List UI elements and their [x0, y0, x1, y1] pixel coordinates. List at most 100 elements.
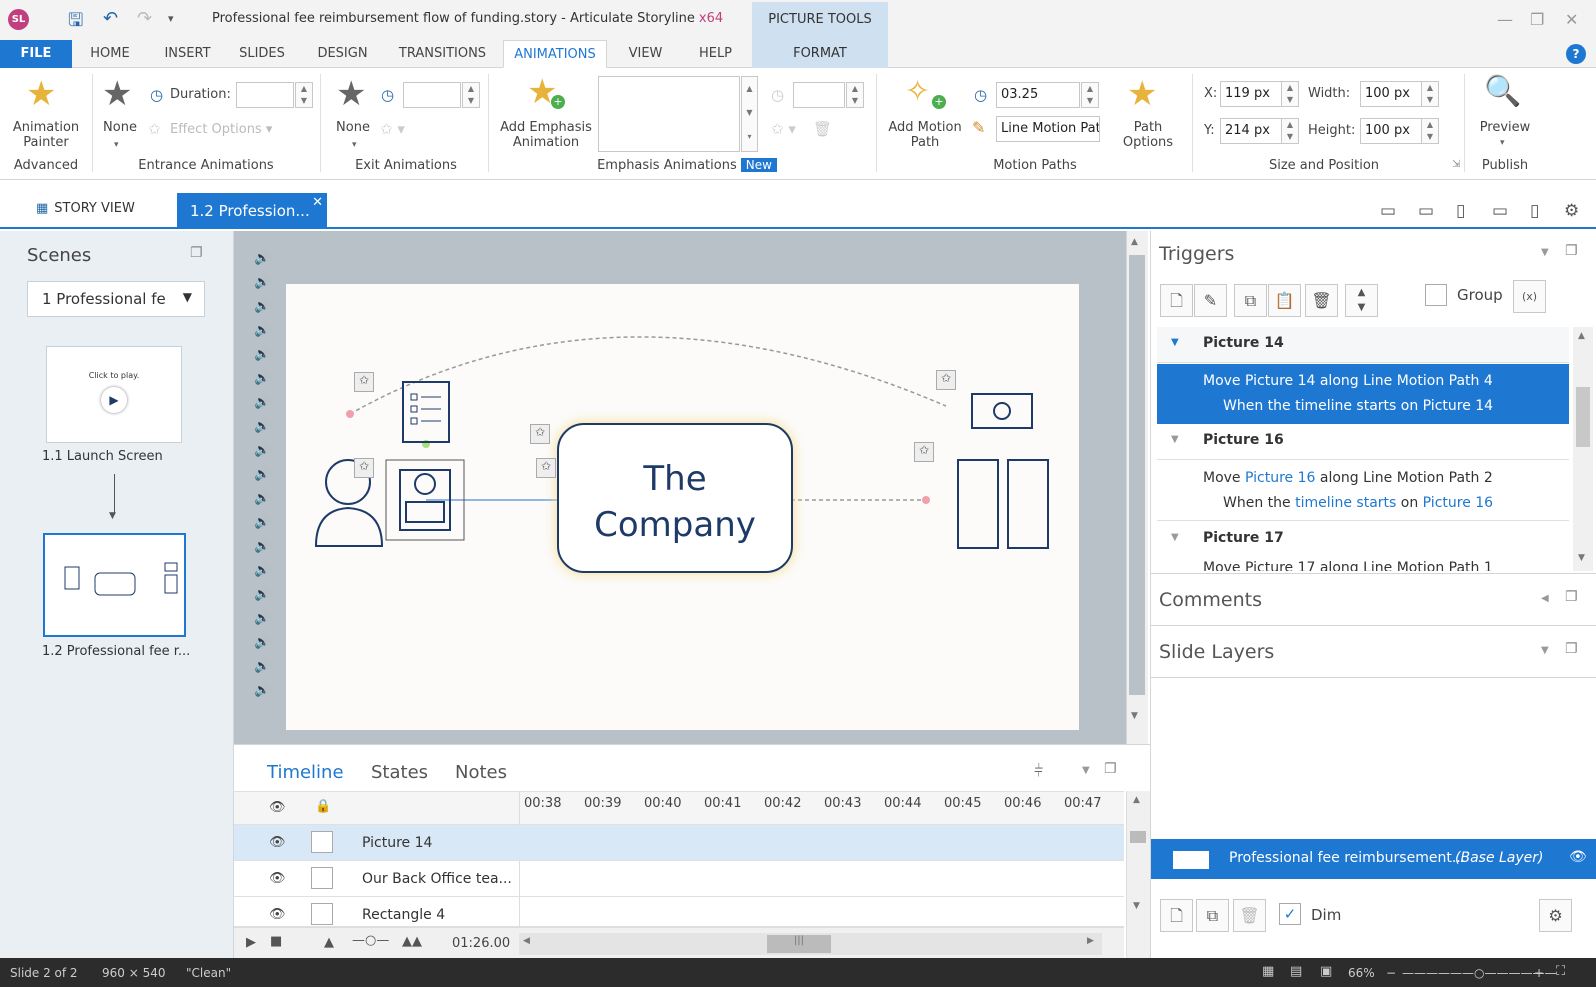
audio-speaker-icon[interactable]: 🔊 — [254, 683, 270, 698]
maximize-icon[interactable]: ❐ — [1530, 10, 1544, 29]
width-spinner[interactable]: ▲ ▼ — [1421, 81, 1439, 107]
timeline-vertical-scrollbar[interactable]: ▲ ▼ — [1126, 791, 1150, 959]
visibility-eye-icon[interactable]: 👁 — [269, 907, 286, 922]
tab-design[interactable]: DESIGN — [310, 40, 375, 68]
copy-trigger-icon[interactable]: ⧉ — [1234, 284, 1267, 317]
y-spinner[interactable]: ▲ ▼ — [1281, 118, 1299, 144]
buildings-icon[interactable] — [957, 459, 1049, 549]
dim-checkbox[interactable]: ✓ — [1279, 903, 1301, 925]
play-icon[interactable]: ▶ — [246, 935, 256, 950]
width-input[interactable]: 100 px — [1360, 81, 1428, 107]
zoom-in-icon[interactable]: + — [1534, 966, 1544, 980]
audio-speaker-icon[interactable]: 🔊 — [254, 275, 270, 290]
motion-path-name-input[interactable]: Line Motion Pat — [996, 116, 1100, 142]
path-start-point[interactable] — [346, 410, 354, 418]
phone-landscape-icon[interactable]: ▭ — [1492, 201, 1508, 221]
delete-layer-icon[interactable]: 🗑 — [1233, 899, 1266, 932]
entrance-none-icon[interactable]: ★ — [102, 74, 132, 114]
timeline-row[interactable]: 👁 Our Back Office tea... — [234, 861, 1124, 897]
scroll-up-icon[interactable]: ▲ — [1131, 237, 1138, 247]
add-emphasis-button[interactable]: Add Emphasis Animation — [496, 120, 596, 150]
slide-tab[interactable]: 1.2 Profession... ✕ — [177, 193, 327, 229]
exit-none-button[interactable]: None — [331, 120, 375, 135]
audio-speaker-icon[interactable]: 🔊 — [254, 467, 270, 482]
motion-duration-spinner[interactable]: ▲ ▼ — [1081, 82, 1099, 108]
tab-slides[interactable]: SLIDES — [232, 40, 292, 68]
layer-settings-gear-icon[interactable]: ⚙ — [1539, 899, 1572, 932]
edit-trigger-icon[interactable]: ✎ — [1194, 284, 1227, 317]
undo-icon[interactable]: ↶ — [103, 8, 118, 29]
lock-icon[interactable]: 🔒 — [315, 799, 331, 814]
panel-float-icon[interactable]: ❐ — [1565, 589, 1578, 605]
lock-checkbox[interactable] — [311, 903, 333, 925]
trigger-scrollbar[interactable]: ▲ ▼ — [1573, 327, 1593, 571]
audio-speaker-icon[interactable]: 🔊 — [254, 347, 270, 362]
audio-speaker-icon[interactable]: 🔊 — [254, 419, 270, 434]
audio-speaker-icon[interactable]: 🔊 — [254, 395, 270, 410]
group-checkbox[interactable] — [1425, 284, 1447, 306]
zoom-out-icon[interactable]: − — [1386, 966, 1396, 980]
tab-states[interactable]: States — [371, 762, 428, 783]
zoom-out-icon[interactable]: ▲ — [324, 935, 334, 950]
zoom-in-icon[interactable]: ▲▲ — [402, 934, 422, 949]
audio-speaker-icon[interactable]: 🔊 — [254, 371, 270, 386]
audio-speaker-icon[interactable]: 🔊 — [254, 659, 270, 674]
trigger-group-header[interactable]: ▼ Picture 14 — [1157, 327, 1569, 363]
timeline-row[interactable]: 👁 Rectangle 4 — [234, 897, 1124, 927]
stop-icon[interactable]: ■ — [270, 934, 282, 949]
trigger-group-header[interactable]: ▼ Picture 17 — [1157, 522, 1569, 558]
animation-painter-button[interactable]: Animation Painter — [6, 120, 86, 150]
tab-view[interactable]: VIEW — [618, 40, 673, 68]
path-options-button[interactable]: Path Options — [1118, 120, 1178, 150]
collapse-icon[interactable]: ▼ — [1541, 645, 1549, 656]
tab-file[interactable]: FILE — [0, 40, 72, 68]
tab-notes[interactable]: Notes — [455, 762, 507, 783]
audio-speaker-icon[interactable]: 🔊 — [254, 491, 270, 506]
slide-thumb-professional[interactable] — [43, 533, 186, 637]
panel-float-icon[interactable]: ❐ — [1104, 761, 1117, 777]
normal-view-icon[interactable]: ▦ — [1262, 964, 1274, 979]
scroll-up-icon[interactable]: ▲ — [1133, 795, 1140, 805]
trigger-group-header[interactable]: ▼ Picture 16 — [1157, 424, 1569, 460]
animation-star-icon[interactable]: ✩ — [354, 372, 374, 392]
collapse-icon[interactable]: ◀ — [1541, 593, 1549, 604]
lock-checkbox[interactable] — [311, 867, 333, 889]
desktop-view-icon[interactable]: ▭ — [1380, 201, 1396, 221]
emphasis-delete-icon[interactable]: 🗑 — [813, 120, 832, 138]
tab-timeline[interactable]: Timeline — [267, 762, 344, 783]
scroll-down-icon[interactable]: ▼ — [1133, 901, 1140, 911]
emphasis-duration-input[interactable] — [793, 82, 845, 108]
scroll-right-icon[interactable]: ▶ — [1087, 936, 1094, 946]
base-layer-row[interactable]: Professional fee reimbursement... (Base … — [1151, 839, 1596, 879]
audio-speaker-icon[interactable]: 🔊 — [254, 611, 270, 626]
emphasis-gallery-scroll[interactable]: ▲ ▼ ▾ — [741, 76, 758, 152]
visibility-eye-icon[interactable]: 👁 — [1569, 849, 1587, 865]
audio-speaker-icon[interactable]: 🔊 — [254, 563, 270, 578]
add-motion-path-button[interactable]: Add Motion Path — [880, 120, 970, 150]
height-input[interactable]: 100 px — [1360, 118, 1428, 144]
exit-dropdown-icon[interactable]: ▾ — [352, 140, 357, 150]
scroll-up-icon[interactable]: ▲ — [1578, 331, 1585, 341]
align-to-playhead-icon[interactable]: ⫩ — [1034, 761, 1043, 781]
exit-duration-input[interactable] — [403, 82, 461, 108]
scroll-left-icon[interactable]: ◀ — [523, 936, 530, 946]
trigger-item[interactable]: Move Picture 17 along Line Motion Path 1 — [1157, 559, 1569, 571]
scroll-thumb[interactable] — [1130, 831, 1146, 843]
exit-duration-spinner[interactable]: ▲ ▼ — [462, 82, 480, 108]
audio-speaker-icon[interactable]: 🔊 — [254, 443, 270, 458]
preview-dropdown-icon[interactable]: ▾ — [1500, 138, 1505, 148]
zoom-slider[interactable]: —○— — [352, 933, 389, 948]
redo-icon[interactable]: ↷ — [137, 8, 152, 29]
animation-star-icon[interactable]: ✩ — [354, 458, 374, 478]
audio-speaker-icon[interactable]: 🔊 — [254, 539, 270, 554]
audio-speaker-icon[interactable]: 🔊 — [254, 323, 270, 338]
settings-gear-icon[interactable]: ⚙ — [1564, 201, 1579, 221]
entrance-dropdown-icon[interactable]: ▾ — [114, 140, 119, 150]
scene-selector[interactable]: 1 Professional fe ▼ — [27, 281, 205, 317]
visibility-eye-icon[interactable]: 👁 — [269, 835, 286, 850]
tab-help[interactable]: HELP — [688, 40, 743, 68]
customize-quick-access-icon[interactable]: ▾ — [168, 12, 174, 25]
money-icon[interactable] — [971, 393, 1033, 429]
tab-transitions[interactable]: TRANSITIONS — [390, 40, 495, 68]
animation-painter-icon[interactable]: ★ — [26, 74, 56, 114]
